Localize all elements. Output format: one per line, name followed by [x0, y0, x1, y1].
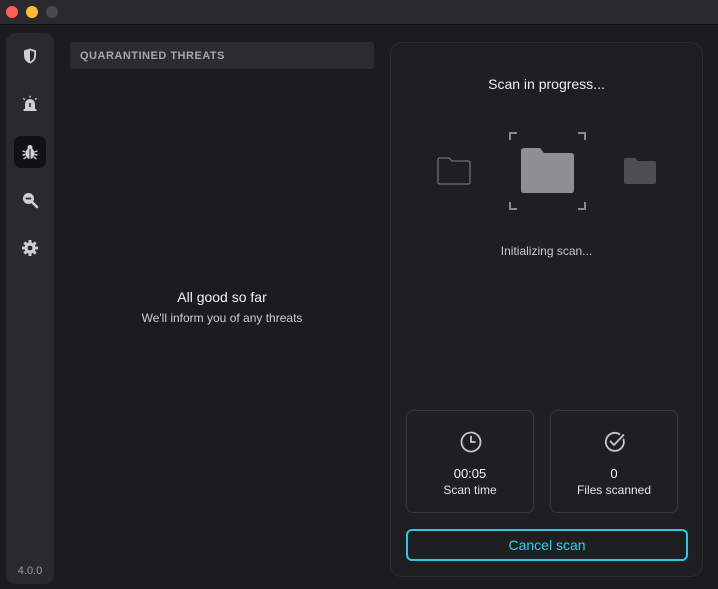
scan-time-card: 00:05 Scan time: [406, 410, 534, 513]
sidebar-item-settings[interactable]: [14, 232, 46, 264]
shield-icon: [24, 48, 36, 64]
sidebar-item-alerts[interactable]: [14, 88, 46, 120]
scan-time-label: Scan time: [443, 483, 497, 497]
search-minus-icon: [23, 193, 39, 209]
scan-frame-corner: [509, 202, 517, 210]
sidebar-item-search[interactable]: [14, 184, 46, 216]
scan-time-value: 00:05: [453, 466, 487, 481]
quarantined-threats-header: QUARANTINED THREATS: [70, 42, 374, 69]
folder-icon: [521, 148, 574, 193]
bug-icon: [22, 145, 38, 160]
scan-frame-corner: [578, 202, 586, 210]
scan-frame-corner: [509, 132, 517, 140]
maximize-window-button[interactable]: [46, 6, 58, 18]
empty-state-subtitle: We'll inform you of any threats: [141, 311, 303, 325]
scan-status-text: Initializing scan...: [500, 244, 593, 258]
scan-frame-corner: [578, 132, 586, 140]
sidebar-item-scanner[interactable]: [14, 136, 46, 168]
scan-panel: Scan in progress... Initializing scan...…: [390, 42, 703, 577]
files-scanned-card: 0 Files scanned: [550, 410, 678, 513]
sidebar: 4.0.0: [6, 33, 54, 584]
scan-title: Scan in progress...: [488, 76, 605, 92]
empty-state-title: All good so far: [177, 289, 267, 305]
files-scanned-label: Files scanned: [576, 483, 652, 497]
files-scanned-value: 0: [610, 466, 618, 481]
window-titlebar: [0, 0, 718, 25]
clock-icon: [460, 431, 482, 453]
app-version: 4.0.0: [17, 565, 43, 577]
alarm-icon: [22, 95, 38, 111]
check-circle-icon: [604, 431, 625, 452]
minimize-window-button[interactable]: [26, 6, 38, 18]
folder-outline-icon: [437, 157, 471, 185]
close-window-button[interactable]: [6, 6, 18, 18]
cancel-scan-button[interactable]: Cancel scan: [406, 529, 688, 561]
gear-icon: [22, 240, 38, 256]
folder-icon: [624, 158, 656, 184]
sidebar-item-protection[interactable]: [14, 40, 46, 72]
